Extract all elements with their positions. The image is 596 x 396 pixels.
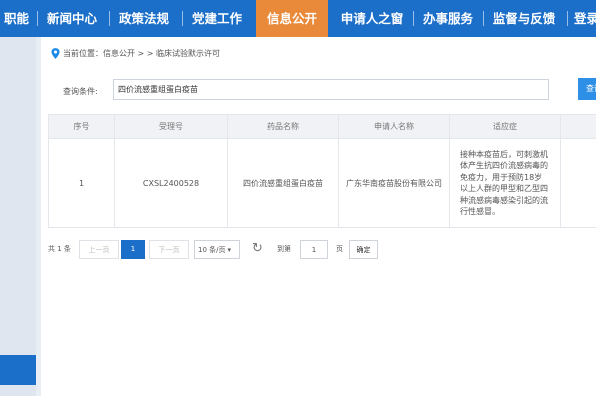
- page-size-value: 10 条/页: [198, 246, 226, 254]
- cell-applicant: 广东华南疫苗股份有限公司: [338, 138, 450, 228]
- goto-label: 到第: [277, 245, 291, 253]
- page-number-current[interactable]: 1: [121, 240, 145, 259]
- nav-separator: [109, 11, 110, 26]
- table-header-row: 序号 受理号 药品名称 申请人名称 适应症: [48, 114, 596, 139]
- nav-item-info-disclosure[interactable]: 信息公开: [256, 0, 328, 37]
- search-input[interactable]: 四价流感重组蛋白疫苗: [113, 79, 549, 100]
- cell-extra: [560, 138, 596, 228]
- nav-item-policies[interactable]: 政策法规: [113, 0, 175, 37]
- breadcrumb-text: 当前位置：信息公开 > > 临床试验默示许可: [63, 49, 221, 58]
- column-header-applicant: 申请人名称: [338, 114, 450, 139]
- prev-page-button[interactable]: 上一页: [79, 240, 119, 259]
- nav-item-party-building[interactable]: 党建工作: [186, 0, 248, 37]
- refresh-icon[interactable]: ↻: [252, 239, 263, 258]
- sidebar-active-item[interactable]: [0, 355, 36, 385]
- results-table: 序号 受理号 药品名称 申请人名称 适应症 1 CXSL2400528 四价流感…: [48, 114, 596, 228]
- top-navigation: 职能 新闻中心 政策法规 党建工作 信息公开 申请人之窗 办事服务 监督与反馈 …: [0, 0, 596, 37]
- column-header-indication: 适应症: [449, 114, 561, 139]
- breadcrumb: 当前位置：信息公开 > > 临床试验默示许可: [51, 48, 220, 59]
- column-header-drug-name: 药品名称: [227, 114, 339, 139]
- cell-indication: 接种本疫苗后，可刺激机体产生抗四价流感病毒的免疫力，用于预防18岁以上人群的甲型…: [449, 138, 561, 228]
- column-header-acceptance-no: 受理号: [114, 114, 228, 139]
- nav-item-news[interactable]: 新闻中心: [41, 0, 103, 37]
- nav-item-login[interactable]: 登录: [574, 0, 596, 37]
- nav-item-supervision[interactable]: 监督与反馈: [487, 0, 561, 37]
- column-header-extra: [560, 114, 596, 139]
- column-header-index: 序号: [48, 114, 115, 139]
- next-page-button[interactable]: 下一页: [149, 240, 189, 259]
- search-button[interactable]: 查询: [578, 78, 596, 100]
- page-unit-label: 页: [336, 245, 343, 253]
- goto-page-input[interactable]: 1: [300, 240, 328, 259]
- nav-separator: [567, 11, 568, 26]
- page-size-select[interactable]: 10 条/页 ▾: [194, 240, 240, 259]
- goto-confirm-button[interactable]: 确定: [349, 240, 378, 259]
- cell-drug-name: 四价流感重组蛋白疫苗: [227, 138, 339, 228]
- table-row[interactable]: 1 CXSL2400528 四价流感重组蛋白疫苗 广东华南疫苗股份有限公司 接种…: [48, 138, 596, 228]
- nav-separator: [413, 11, 414, 26]
- cell-index: 1: [48, 138, 115, 228]
- nav-item-services[interactable]: 办事服务: [417, 0, 479, 37]
- location-pin-icon: [51, 48, 60, 59]
- content-panel: 当前位置：信息公开 > > 临床试验默示许可 查询条件: 四价流感重组蛋白疫苗 …: [41, 37, 596, 396]
- nav-item-applicant-window[interactable]: 申请人之窗: [333, 0, 411, 37]
- nav-separator: [37, 11, 38, 26]
- sidebar: [0, 37, 36, 396]
- total-count: 共 1 条: [48, 245, 71, 253]
- nav-separator: [483, 11, 484, 26]
- nav-item-functions[interactable]: 职能: [0, 0, 33, 37]
- cell-acceptance-no: CXSL2400528: [114, 138, 228, 228]
- nav-separator: [182, 11, 183, 26]
- chevron-down-icon: ▾: [227, 246, 232, 254]
- search-label: 查询条件:: [63, 87, 98, 96]
